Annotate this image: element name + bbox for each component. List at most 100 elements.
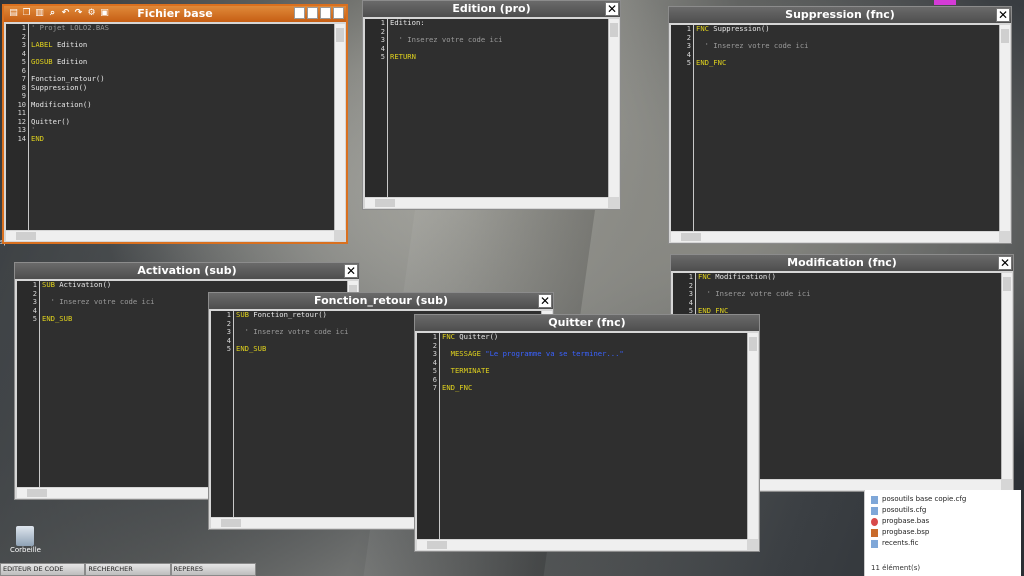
code-line[interactable]	[390, 45, 608, 54]
scroll-thumb[interactable]	[1003, 277, 1011, 291]
vertical-scrollbar[interactable]	[1001, 273, 1012, 479]
line-number: 2	[432, 341, 437, 350]
code-line[interactable]: Quitter()	[31, 117, 334, 127]
code-line[interactable]	[442, 376, 747, 385]
code-line[interactable]: Edition:	[390, 19, 608, 28]
window-titlebar[interactable]: Fonction_retour (sub) ✕	[209, 293, 553, 309]
code-line[interactable]: ' Inserez votre code ici	[698, 289, 1001, 299]
file-item[interactable]: posoutils.cfg	[865, 505, 1021, 516]
code-area[interactable]: FNC Quitter() MESSAGE "Le programme va s…	[442, 333, 747, 539]
window-titlebar[interactable]: Quitter (fnc)	[415, 315, 759, 331]
code-line[interactable]: FNC Modification()	[698, 273, 1001, 282]
line-number: 1	[432, 333, 437, 341]
copy-icon[interactable]: ❐	[21, 7, 32, 19]
scroll-thumb[interactable]	[749, 337, 757, 351]
scroll-thumb[interactable]	[610, 23, 618, 37]
scroll-thumb[interactable]	[1001, 29, 1009, 43]
close-button[interactable]: ✕	[998, 256, 1012, 270]
layout-icon[interactable]	[294, 7, 305, 19]
close-button[interactable]: ✕	[996, 8, 1010, 22]
scroll-thumb[interactable]	[375, 199, 395, 207]
line-number-gutter: 12345	[17, 281, 40, 487]
horizontal-scrollbar[interactable]	[671, 232, 999, 242]
list-icon[interactable]	[307, 7, 318, 19]
code-line[interactable]: Suppression()	[31, 83, 334, 93]
menu-icon[interactable]	[320, 7, 331, 19]
redo-icon[interactable]: ↷	[73, 7, 84, 19]
line-number: 11	[17, 109, 26, 117]
grid-icon[interactable]	[333, 7, 344, 19]
scroll-thumb[interactable]	[221, 519, 241, 527]
code-line[interactable]: '	[31, 125, 334, 135]
code-area[interactable]: Edition: ' Inserez votre code ici RETURN	[390, 19, 608, 197]
code-editor[interactable]: 12345 FNC Suppression() ' Inserez votre …	[671, 25, 999, 231]
save-icon[interactable]: ▣	[99, 7, 110, 19]
file-item[interactable]: progbase.bas	[865, 516, 1021, 527]
taskbar-button-reperes[interactable]: REPERES	[170, 563, 256, 576]
taskbar-button-rechercher[interactable]: RECHERCHER	[85, 563, 171, 576]
horizontal-scrollbar[interactable]	[365, 198, 608, 208]
code-area[interactable]: FNC Suppression() ' Inserez votre code i…	[696, 25, 999, 231]
code-line[interactable]: FNC Suppression()	[696, 25, 999, 34]
scroll-thumb[interactable]	[427, 541, 447, 549]
scroll-thumb[interactable]	[16, 232, 36, 240]
scroll-thumb[interactable]	[336, 28, 344, 42]
code-line[interactable]	[31, 109, 334, 118]
code-line[interactable]: FNC Quitter()	[442, 333, 747, 342]
code-line[interactable]: ' Inserez votre code ici	[390, 35, 608, 45]
close-button[interactable]: ✕	[605, 2, 619, 16]
code-area[interactable]: ' Projet LOLO2.BAS LABEL Edition GOSUB Edi…	[31, 24, 334, 230]
search-icon[interactable]: ⌕	[47, 7, 58, 19]
file-icon	[871, 528, 878, 537]
file-item[interactable]: progbase.bsp	[865, 527, 1021, 538]
code-line[interactable]: GOSUB Edition	[31, 57, 334, 67]
taskbar-button-editeur[interactable]: EDITEUR DE CODE	[0, 563, 86, 576]
line-number: 13	[17, 126, 26, 134]
vertical-scrollbar[interactable]	[999, 25, 1010, 231]
code-line[interactable]: END_FNC	[696, 58, 999, 68]
close-button[interactable]: ✕	[344, 264, 358, 278]
file-item[interactable]: posoutils base copie.cfg	[865, 494, 1021, 505]
window-suppression[interactable]: Suppression (fnc) ✕ 12345 FNC Suppressio…	[668, 6, 1012, 244]
code-line[interactable]: LABEL Edition	[31, 40, 334, 50]
close-button[interactable]: ✕	[538, 294, 552, 308]
horizontal-scrollbar[interactable]	[417, 540, 747, 550]
window-titlebar[interactable]: Edition (pro) ✕	[363, 1, 620, 17]
code-line[interactable]: RETURN	[390, 52, 608, 62]
recycle-bin[interactable]: Corbeille	[10, 526, 41, 554]
code-line[interactable]: END_FNC	[442, 383, 747, 393]
undo-icon[interactable]: ↶	[60, 7, 71, 19]
window-titlebar[interactable]: Modification (fnc) ✕	[671, 255, 1013, 271]
window-titlebar[interactable]: Activation (sub) ✕	[15, 263, 359, 279]
recycle-bin-icon	[16, 526, 34, 546]
code-line[interactable]: TERMINATE	[442, 366, 747, 376]
horizontal-scrollbar[interactable]	[6, 231, 334, 241]
line-number-gutter: 1 2 3 4 5 6 7 8 9 10 11 12 13 14	[6, 24, 29, 230]
code-line[interactable]: ' Projet LOLO2.BAS	[31, 24, 334, 33]
settings-icon[interactable]: ⚙	[86, 7, 97, 19]
code-editor[interactable]: 1 2 3 4 5 6 7 8 9 10 11 12 13 14 ' Projet LOLO2.BAS LA…	[6, 24, 334, 230]
vertical-scrollbar[interactable]	[334, 24, 345, 230]
code-line[interactable]: Modification()	[31, 100, 334, 110]
vertical-scrollbar[interactable]	[747, 333, 758, 539]
vertical-scrollbar[interactable]	[608, 19, 619, 197]
window-edition[interactable]: Edition (pro) ✕ 12345 Edition: ' Inserez…	[362, 0, 621, 210]
code-editor[interactable]: 12345 Edition: ' Inserez votre code ici R…	[365, 19, 608, 197]
code-line[interactable]: ' Inserez votre code ici	[696, 41, 999, 51]
code-line[interactable]: MESSAGE "Le programme va se terminer..."	[442, 349, 747, 359]
window-quitter[interactable]: Quitter (fnc) 1234567 FNC Quitter() MESS…	[414, 314, 760, 552]
scroll-thumb[interactable]	[27, 489, 47, 497]
code-line[interactable]	[698, 299, 1001, 308]
window-titlebar[interactable]: Suppression (fnc) ✕	[669, 7, 1011, 23]
scroll-thumb[interactable]	[681, 233, 701, 241]
code-line[interactable]: END	[31, 134, 334, 144]
window-fichier-base[interactable]: ▤ ❐ ▥ ⌕ ↶ ↷ ⚙ ▣ Fichier base 1 2 3 4 5 6 7 8 9 10…	[2, 4, 348, 244]
paste-icon[interactable]: ▥	[34, 7, 45, 19]
code-line[interactable]	[696, 51, 999, 60]
window-titlebar[interactable]: ▤ ❐ ▥ ⌕ ↶ ↷ ⚙ ▣ Fichier base	[4, 6, 346, 22]
code-line[interactable]: SUB Activation()	[42, 281, 347, 290]
code-editor[interactable]: 1234567 FNC Quitter() MESSAGE "Le progra…	[417, 333, 747, 539]
file-item[interactable]: recents.fic	[865, 538, 1021, 549]
new-file-icon[interactable]: ▤	[8, 7, 19, 19]
line-number: 7	[21, 75, 26, 83]
